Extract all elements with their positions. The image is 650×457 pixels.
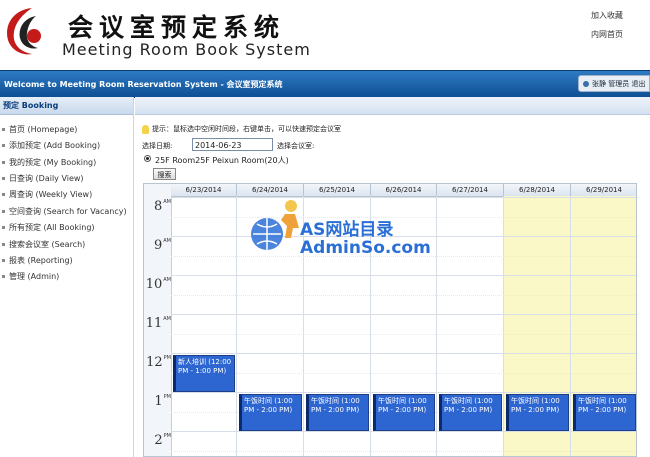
- sidebar-item-search-vacancy[interactable]: 空间查询 (Search for Vacancy): [0, 206, 127, 217]
- user-info-text: 张静 管理员 退出: [592, 80, 646, 88]
- hour-number: 1: [154, 394, 163, 409]
- hour-label: 10AM: [144, 277, 171, 292]
- sidebar-item-search[interactable]: 搜索会议室 (Search): [0, 239, 85, 250]
- day-header: 6/28/2014: [504, 184, 571, 196]
- lightbulb-icon: [142, 124, 149, 134]
- watermark-line1: AS网站目录: [300, 220, 394, 240]
- sidebar-item-label: 报表 (Reporting): [9, 256, 73, 265]
- day-header: 6/29/2014: [571, 184, 636, 196]
- day-header: 6/25/2014: [304, 184, 371, 196]
- hour-label: 12PM: [144, 355, 171, 370]
- hour-gridline: [171, 275, 636, 276]
- bullet-icon: [2, 225, 5, 229]
- sidebar-item-label: 搜索会议室 (Search): [9, 240, 86, 249]
- booking-lunch[interactable]: 午饭时间 (1:00 PM - 2:00 PM): [239, 394, 302, 431]
- room-label: 选择会议室:: [277, 142, 315, 150]
- hour-gridline: [171, 431, 636, 432]
- hour-ampm: AM: [163, 277, 171, 283]
- sidebar-title: 预定 Booking: [0, 97, 133, 115]
- sidebar-item-admin[interactable]: 管理 (Admin): [0, 271, 59, 282]
- add-favorite-link[interactable]: 加入收藏: [591, 10, 623, 21]
- bullet-icon: [2, 160, 5, 164]
- bullet-icon: [2, 209, 5, 213]
- site-title-cn: 会议室预定系统: [68, 13, 286, 42]
- bullet-icon: [2, 143, 5, 147]
- half-hour-gridline: [171, 333, 636, 335]
- sidebar-item-reporting[interactable]: 报表 (Reporting): [0, 255, 73, 266]
- bullet-icon: [2, 274, 5, 278]
- main-header-strip: [135, 97, 650, 115]
- sidebar-item-my-booking[interactable]: 我的预定 (My Booking): [0, 157, 96, 168]
- sidebar-item-label: 添加预定 (Add Booking): [9, 141, 101, 150]
- sidebar-item-label: 管理 (Admin): [9, 272, 60, 281]
- hour-number: 10: [145, 277, 163, 292]
- date-label: 选择日期:: [142, 142, 173, 150]
- booking-lunch[interactable]: 午饭时间 (1:00 PM - 2:00 PM): [439, 394, 502, 431]
- hour-label: 11AM: [144, 316, 171, 331]
- hour-number: 9: [153, 238, 163, 253]
- hour-ampm: AM: [163, 199, 171, 205]
- bullet-icon: [2, 176, 5, 180]
- half-hour-gridline: [171, 372, 636, 374]
- booking-lunch[interactable]: 午饭时间 (1:00 PM - 2:00 PM): [573, 394, 636, 431]
- hour-number: 12: [146, 355, 163, 370]
- half-hour-gridline: [171, 450, 636, 452]
- hour-ampm: PM: [163, 433, 171, 439]
- half-hour-gridline: [171, 294, 636, 296]
- sidebar-item-add-booking[interactable]: 添加预定 (Add Booking): [0, 140, 100, 151]
- sidebar-item-homepage[interactable]: 首页 (Homepage): [0, 124, 77, 135]
- hour-number: 2: [154, 433, 163, 448]
- logo-icon: [7, 8, 41, 55]
- sidebar-item-label: 周查询 (Weekly View): [9, 190, 93, 199]
- sidebar-item-weekly-view[interactable]: 周查询 (Weekly View): [0, 189, 92, 200]
- sidebar-item-label: 日查询 (Daily View): [9, 174, 84, 183]
- search-button[interactable]: 搜索: [153, 168, 176, 180]
- booking-training[interactable]: 新人培训 (12:00 PM - 1:00 PM): [173, 355, 235, 392]
- sidebar-item-label: 所有预定 (All Booking): [9, 223, 95, 232]
- sidebar-item-label: 我的预定 (My Booking): [9, 158, 97, 167]
- hour-ampm: PM: [163, 394, 171, 400]
- sidebar-item-label: 首页 (Homepage): [9, 125, 78, 134]
- user-icon: [583, 81, 589, 87]
- booking-lunch[interactable]: 午饭时间 (1:00 PM - 2:00 PM): [373, 394, 435, 431]
- sidebar-item-daily-view[interactable]: 日查询 (Daily View): [0, 173, 84, 184]
- hour-gridline: [171, 353, 636, 354]
- booking-lunch[interactable]: 午饭时间 (1:00 PM - 2:00 PM): [306, 394, 369, 431]
- user-info[interactable]: 张静 管理员 退出: [578, 75, 650, 92]
- top-bar: Welcome to Meeting Room Reservation Syst…: [0, 70, 650, 98]
- bullet-icon: [2, 242, 5, 246]
- intranet-home-link[interactable]: 内网首页: [591, 29, 623, 40]
- watermark-line2: AdminSo.com: [300, 238, 431, 258]
- hour-label: 2PM: [144, 433, 171, 448]
- hour-number: 11: [145, 316, 163, 331]
- day-header: 6/24/2014: [237, 184, 304, 196]
- hour-ampm: PM: [163, 355, 171, 361]
- sidebar: 预定 Booking 首页 (Homepage) 添加预定 (Add Booki…: [0, 97, 134, 457]
- tip-text-row: 提示：鼠标选中空闲时间段，右键单击，可以快速预定会议室: [142, 124, 341, 134]
- hour-ampm: AM: [163, 316, 171, 322]
- room-radio[interactable]: [144, 155, 151, 162]
- booking-lunch[interactable]: 午饭时间 (1:00 PM - 2:00 PM): [506, 394, 569, 431]
- bullet-icon: [2, 127, 5, 131]
- sidebar-item-all-booking[interactable]: 所有预定 (All Booking): [0, 222, 95, 233]
- welcome-text: Welcome to Meeting Room Reservation Syst…: [4, 80, 283, 89]
- tip-text: 提示：鼠标选中空闲时间段，右键单击，可以快速预定会议室: [152, 125, 341, 133]
- day-header: 6/27/2014: [437, 184, 504, 196]
- day-header: 6/23/2014: [171, 184, 237, 196]
- date-input[interactable]: 2014-06-23: [192, 138, 273, 151]
- sidebar-item-label: 空间查询 (Search for Vacancy): [9, 207, 127, 216]
- bullet-icon: [2, 192, 5, 196]
- header: 会议室预定系统 Meeting Room Book System 加入收藏 内网…: [0, 0, 650, 70]
- hour-ampm: AM: [163, 238, 171, 244]
- room-option-label[interactable]: 25F Room25F Peixun Room(20人): [155, 155, 289, 166]
- hour-gridline: [171, 392, 636, 393]
- hour-label: 1PM: [144, 394, 171, 409]
- site-title-en: Meeting Room Book System: [62, 40, 311, 59]
- hour-gridline: [171, 314, 636, 315]
- day-header: 6/26/2014: [371, 184, 437, 196]
- bullet-icon: [2, 258, 5, 262]
- hour-label: 8AM: [144, 199, 171, 214]
- hour-label: 9AM: [144, 238, 171, 253]
- hour-number: 8: [153, 199, 163, 214]
